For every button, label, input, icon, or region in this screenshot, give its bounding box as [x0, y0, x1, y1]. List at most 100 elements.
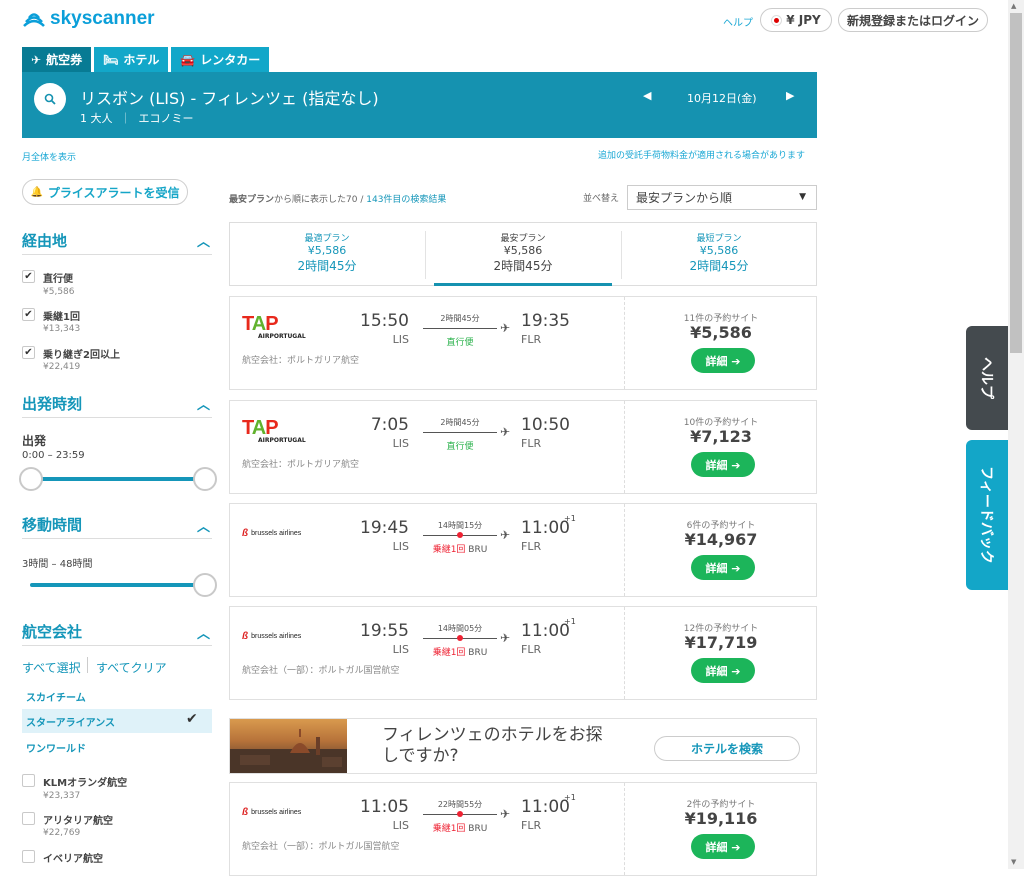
- details-button[interactable]: 詳細 ➔: [691, 834, 755, 859]
- flight-card[interactable]: TAP AIRPORTUGAL 7:05 LIS 2時間45分 ✈ 直行便 10:…: [229, 400, 817, 494]
- sort-tab-fastest[interactable]: 最短プラン ¥5,586 2時間45分: [622, 231, 816, 274]
- cabin-class: エコノミー: [138, 112, 194, 125]
- chevron-up-icon[interactable]: ︿: [197, 516, 210, 535]
- passengers: 1 大人: [80, 112, 113, 125]
- airline-alitalia-price: ¥22,769: [43, 828, 81, 838]
- flight-duration: 14時間05分: [437, 624, 483, 633]
- stop-dot: [457, 635, 463, 641]
- stops-two-price: ¥22,419: [43, 362, 81, 372]
- scrollbar-thumb[interactable]: [1010, 13, 1022, 353]
- checkbox-alitalia[interactable]: [22, 812, 35, 825]
- alliance-skyteam[interactable]: スカイチーム: [26, 689, 86, 704]
- flight-price: ¥19,116: [684, 809, 758, 828]
- departure-filter-title[interactable]: 出発時刻: [22, 393, 82, 414]
- next-day-badge: +1: [564, 793, 576, 802]
- operating-airline: 航空会社：ポルトガリア航空: [242, 460, 360, 470]
- next-date-icon[interactable]: ▶: [786, 89, 794, 102]
- brussels-mark-icon: ß: [242, 528, 249, 539]
- clear-all-link[interactable]: すべてクリア: [96, 659, 167, 676]
- sort-tab-duration: 2時間45分: [689, 259, 749, 273]
- checkbox-direct[interactable]: ✔: [22, 270, 35, 283]
- tab-flights[interactable]: ✈ 航空券: [22, 47, 92, 72]
- stops-count: 乗継1回: [432, 545, 466, 555]
- flight-card[interactable]: ß brussels airlines 19:45 LIS 14時間15分 ✈ 乗…: [229, 503, 817, 597]
- alliance-oneworld[interactable]: ワンワールド: [26, 740, 86, 755]
- tab-cars[interactable]: 🚘 レンタカー: [171, 47, 270, 72]
- checkbox-one-stop[interactable]: ✔: [22, 308, 35, 321]
- airline-iberia-label: イベリア航空: [43, 854, 103, 865]
- stops-label: 直行便: [446, 338, 474, 348]
- operating-airline: 航空会社：ポルトガリア航空: [242, 356, 360, 366]
- flight-card[interactable]: ß brussels airlines 19:55 LIS 14時間05分 ✈ 乗…: [229, 606, 817, 700]
- month-view-link[interactable]: 月全体を表示: [22, 150, 76, 163]
- login-button[interactable]: 新規登録またはログイン: [838, 8, 988, 32]
- sort-tab-best[interactable]: 最適プラン ¥5,586 2時間45分: [230, 231, 424, 274]
- details-button[interactable]: 詳細 ➔: [691, 658, 755, 683]
- feedback-side-tab[interactable]: フィードバック: [966, 440, 1008, 590]
- skyscanner-logo[interactable]: skyscanner: [22, 8, 155, 30]
- chevron-up-icon[interactable]: ︿: [197, 394, 210, 413]
- airlines-filter-title[interactable]: 航空会社: [22, 621, 82, 642]
- hotel-promo: フィレンツェのホテルをお探しですか? ホテルを検索: [229, 718, 817, 774]
- plane-icon: ✈: [500, 807, 511, 821]
- route-line: [423, 432, 497, 433]
- prev-date-icon[interactable]: ◀: [643, 89, 651, 102]
- sort-tab-title: 最安プラン: [500, 234, 546, 244]
- sort-tab-cheapest[interactable]: 最安プラン ¥5,586 2時間45分: [426, 231, 620, 274]
- brussels-mark-icon: ß: [242, 807, 249, 818]
- arrival-time: 19:35: [521, 311, 570, 331]
- flight-price: ¥7,123: [690, 427, 752, 446]
- duration-filter-title[interactable]: 移動時間: [22, 514, 82, 535]
- stops-label: 乗継1回 BRU: [420, 542, 500, 555]
- flight-card[interactable]: ß brussels airlines 11:05 LIS 22時間55分 ✈ 乗…: [229, 782, 817, 876]
- scroll-down-icon[interactable]: ▼: [1011, 858, 1016, 866]
- chevron-up-icon[interactable]: ︿: [197, 623, 210, 642]
- checkmark-icon: ✔: [186, 711, 198, 727]
- currency-selector[interactable]: ¥ JPY: [760, 8, 832, 32]
- departure-time: 7:05: [370, 415, 409, 435]
- checkbox-iberia[interactable]: [22, 850, 35, 863]
- checkbox-klm[interactable]: [22, 774, 35, 787]
- stops-two-label: 乗り継ぎ2回以上: [43, 350, 120, 361]
- flight-duration: 2時間45分: [440, 314, 480, 323]
- stop-airport: BRU: [468, 824, 488, 834]
- arrival-airport: FLR: [521, 333, 542, 346]
- baggage-note[interactable]: 追加の受託手荷物料金が適用される場合があります: [598, 148, 805, 161]
- departure-slider-track[interactable]: [30, 477, 206, 481]
- search-summary-banner[interactable]: リスボン (LIS) - フィレンツェ (指定なし) 1 大人 ｜ エコノミー …: [22, 72, 817, 138]
- logo-text: brussels airlines: [251, 633, 302, 640]
- duration-max-handle[interactable]: [193, 573, 217, 597]
- results-total: 143件目の検索結果: [366, 195, 447, 205]
- details-button[interactable]: 詳細 ➔: [691, 452, 755, 477]
- details-button[interactable]: 詳細 ➔: [691, 348, 755, 373]
- checkbox-two-plus[interactable]: ✔: [22, 346, 35, 359]
- departure-time: 19:45: [360, 518, 409, 538]
- duration-slider-track[interactable]: [30, 583, 206, 587]
- details-button[interactable]: 詳細 ➔: [691, 555, 755, 580]
- help-side-tab[interactable]: ヘルプ: [966, 326, 1008, 430]
- stop-dot: [457, 811, 463, 817]
- departure-min-handle[interactable]: [19, 467, 43, 491]
- edit-search-button[interactable]: [34, 83, 66, 115]
- flight-card[interactable]: TAP AIRPORTUGAL 15:50 LIS 2時間45分 ✈ 直行便 19…: [229, 296, 817, 390]
- sort-tab-duration: 2時間45分: [493, 259, 553, 273]
- arrival-airport: FLR: [521, 643, 542, 656]
- tap-logo: TAP AIRPORTUGAL: [242, 417, 322, 445]
- duration-range: 3時間 – 48時間: [22, 559, 93, 570]
- stops-direct-label: 直行便: [43, 274, 73, 285]
- departure-max-handle[interactable]: [193, 467, 217, 491]
- divider: [22, 645, 212, 646]
- stops-filter-title[interactable]: 経由地: [22, 230, 67, 251]
- skyscanner-icon: [23, 13, 45, 27]
- help-link[interactable]: ヘルプ: [723, 14, 753, 29]
- chevron-up-icon[interactable]: ︿: [197, 231, 210, 250]
- tap-logo: TAP AIRPORTUGAL: [242, 313, 322, 341]
- tab-hotels[interactable]: 🛏 ホテル: [94, 47, 169, 72]
- sort-select[interactable]: 最安プランから順 ▼: [627, 185, 817, 210]
- scroll-up-icon[interactable]: ▲: [1011, 2, 1016, 10]
- departure-airport: LIS: [392, 540, 409, 553]
- select-all-link[interactable]: すべて選択: [22, 659, 81, 676]
- alliance-star-selected[interactable]: スターアライアンス ✔: [22, 709, 212, 733]
- price-alert-button[interactable]: 🔔 プライスアラートを受信: [22, 179, 188, 205]
- hotel-search-button[interactable]: ホテルを検索: [654, 736, 800, 761]
